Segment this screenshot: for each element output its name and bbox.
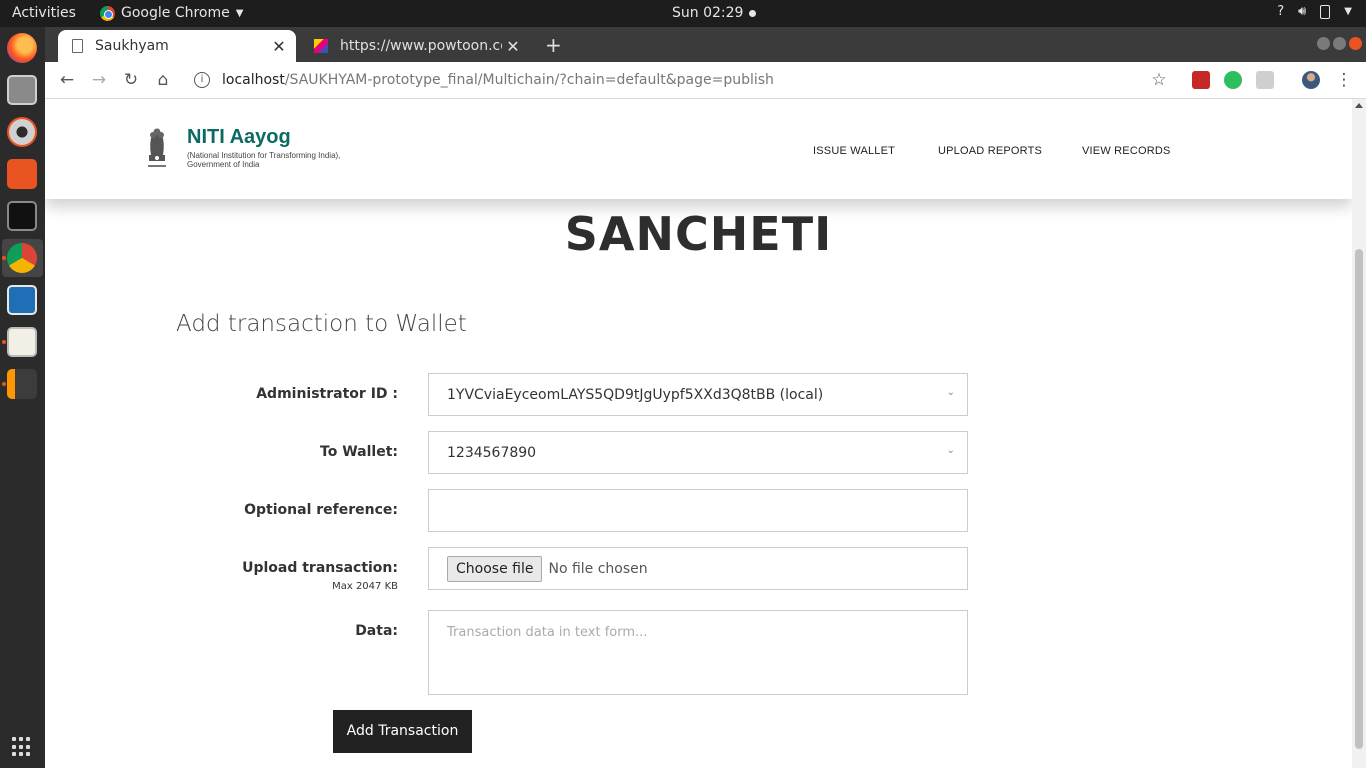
clock-label: Sun 02:29	[672, 5, 744, 21]
file-status: No file chosen	[548, 560, 648, 577]
system-tray[interactable]: ? 🔊︎ ▼	[1277, 4, 1352, 19]
chevron-down-icon: ▼	[235, 7, 244, 19]
software-center-icon[interactable]	[7, 159, 37, 189]
new-tab-button[interactable]: +	[545, 33, 562, 57]
app-menu-label: Google Chrome	[121, 5, 230, 21]
sublime-text-icon[interactable]	[7, 369, 37, 399]
forward-icon[interactable]: →	[87, 68, 111, 92]
nav-view-records[interactable]: VIEW RECORDS	[1082, 145, 1171, 157]
powtoon-icon	[314, 39, 328, 53]
data-label: Data:	[355, 623, 398, 639]
url-path: /SAUKHYAM-prototype_final/Multichain/?ch…	[284, 72, 774, 88]
activities-button[interactable]: Activities	[12, 5, 76, 21]
site-info-icon[interactable]: i	[194, 72, 210, 88]
evernote-extension-icon[interactable]	[1224, 71, 1242, 89]
company-name: SANCHETI	[564, 207, 833, 261]
bookmark-star-icon[interactable]: ☆	[1147, 68, 1171, 92]
data-placeholder: Transaction data in text form...	[447, 625, 648, 640]
page-viewport: NITI Aayog (National Institution for Tra…	[45, 99, 1352, 768]
notification-dot-icon	[749, 9, 757, 17]
system-top-bar: Activities Google Chrome ▼ Sun 02:29 ? 🔊…	[0, 0, 1366, 27]
firefox-icon[interactable]	[7, 33, 37, 63]
brand-subtitle-line: Government of India	[187, 160, 260, 169]
page-scrollbar[interactable]	[1352, 99, 1366, 768]
terminal-icon[interactable]	[7, 201, 37, 231]
brand-title[interactable]: NITI Aayog	[187, 126, 291, 149]
close-icon[interactable]: ✕	[268, 37, 290, 56]
profile-avatar[interactable]	[1302, 71, 1320, 89]
help-icon[interactable]: ?	[1277, 4, 1284, 19]
home-icon[interactable]: ⌂	[151, 68, 175, 92]
chrome-icon	[100, 5, 115, 21]
reference-input[interactable]	[428, 489, 968, 532]
app-menu[interactable]: Google Chrome ▼	[100, 5, 243, 21]
form-heading: Add transaction to Wallet	[176, 311, 467, 337]
running-indicator	[2, 256, 6, 260]
dock	[0, 27, 45, 768]
reference-label: Optional reference:	[244, 502, 398, 518]
chrome-dock-icon[interactable]	[7, 243, 37, 273]
settings-gear-icon[interactable]	[7, 117, 37, 147]
chevron-down-icon: ⌄	[946, 387, 955, 398]
upload-label: Upload transaction:	[242, 560, 398, 576]
data-textarea[interactable]: Transaction data in text form...	[428, 610, 968, 695]
scrollbar-thumb[interactable]	[1355, 249, 1363, 749]
nav-issue-wallet[interactable]: ISSUE WALLET	[813, 145, 895, 157]
admin-id-label: Administrator ID :	[256, 386, 398, 402]
to-wallet-select[interactable]: 1234567890 ⌄	[428, 431, 968, 474]
window-controls	[1317, 37, 1362, 50]
national-emblem-icon	[148, 128, 166, 167]
maximize-icon[interactable]	[1333, 37, 1346, 50]
inbox-extension-icon[interactable]	[1256, 71, 1274, 89]
gmail-extension-icon[interactable]	[1192, 71, 1210, 89]
address-bar[interactable]: i localhost /SAUKHYAM-prototype_final/Mu…	[188, 67, 988, 93]
to-wallet-value: 1234567890	[447, 444, 537, 461]
tab-strip: Saukhyam ✕ https://www.powtoon.co ✕ +	[45, 27, 1366, 62]
close-icon[interactable]: ✕	[502, 37, 524, 56]
system-menu-chevron-icon[interactable]: ▼	[1344, 6, 1352, 17]
volume-icon[interactable]: 🔊︎	[1298, 4, 1306, 19]
browser-toolbar: ← → ↻ ⌂ i localhost /SAUKHYAM-prototype_…	[45, 62, 1366, 99]
brand-subtitle-line: (National Institution for Transforming I…	[187, 151, 341, 160]
running-indicator	[2, 382, 6, 386]
to-wallet-label: To Wallet:	[320, 444, 398, 460]
chrome-menu-icon[interactable]: ⋮	[1332, 68, 1356, 92]
url-host: localhost	[222, 72, 285, 88]
battery-icon[interactable]	[1320, 4, 1331, 19]
tab-powtoon[interactable]: https://www.powtoon.co ✕	[300, 30, 530, 62]
writer-icon[interactable]	[7, 285, 37, 315]
admin-id-select[interactable]: 1YVCviaEyceomLAYS5QD9tJgUypf5XXd3Q8tBB (…	[428, 373, 968, 416]
upload-size-hint: Max 2047 KB	[332, 581, 398, 592]
nav-upload-reports[interactable]: UPLOAD REPORTS	[938, 145, 1042, 157]
close-window-icon[interactable]	[1349, 37, 1362, 50]
add-transaction-button[interactable]: Add Transaction	[333, 710, 472, 753]
brand-subtitle: (National Institution for Transforming I…	[187, 151, 387, 169]
clock[interactable]: Sun 02:29	[672, 5, 757, 21]
choose-file-button[interactable]: Choose file	[447, 555, 543, 582]
chevron-down-icon: ⌄	[946, 445, 955, 456]
files-icon[interactable]	[7, 75, 37, 105]
back-icon[interactable]: ←	[55, 68, 79, 92]
text-editor-icon[interactable]	[7, 327, 37, 357]
tab-title: https://www.powtoon.co	[340, 38, 502, 54]
tab-saukhyam[interactable]: Saukhyam ✕	[58, 30, 296, 62]
upload-file-input[interactable]: Choose file No file chosen	[428, 547, 968, 590]
minimize-icon[interactable]	[1317, 37, 1330, 50]
scroll-up-icon[interactable]	[1355, 103, 1363, 108]
page-icon	[72, 39, 83, 53]
admin-id-value: 1YVCviaEyceomLAYS5QD9tJgUypf5XXd3Q8tBB (…	[447, 386, 824, 403]
tab-title: Saukhyam	[95, 38, 169, 54]
reload-icon[interactable]: ↻	[119, 68, 143, 92]
running-indicator	[2, 340, 6, 344]
show-applications-icon[interactable]	[12, 737, 32, 757]
site-header: NITI Aayog (National Institution for Tra…	[45, 99, 1352, 199]
